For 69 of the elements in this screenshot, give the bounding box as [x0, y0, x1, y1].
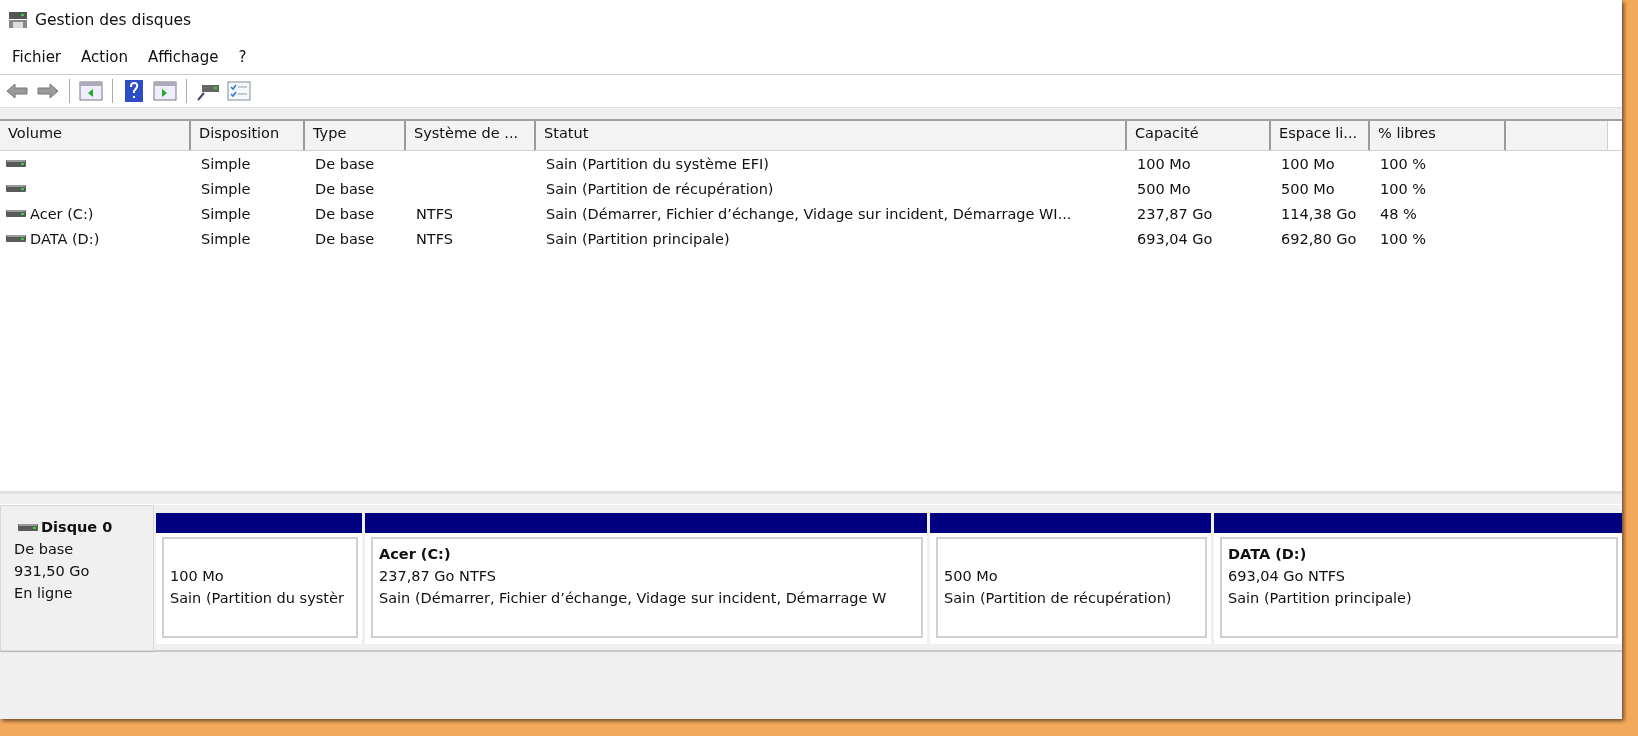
partition-name: Acer (C:) [379, 545, 451, 564]
disk-name: Disque 0 [41, 518, 113, 537]
partition-block[interactable]: Acer (C:) 237,87 Go NTFS Sain (Démarrer, Fichier d’échange, Vidage sur incident, Démarrage W [365, 513, 927, 644]
partition-status: Sain (Partition principale) [1228, 589, 1412, 608]
panel-icon[interactable] [78, 78, 104, 104]
table-cell: Simple [201, 155, 251, 172]
table-cell: DATA (D:) [30, 230, 100, 247]
disk-management-icon [8, 11, 28, 29]
panel-icon[interactable] [152, 78, 178, 104]
table-cell: 100 Mo [1137, 155, 1191, 172]
partition-status: Sain (Partition du systèr [170, 589, 344, 608]
table-cell: De base [315, 230, 375, 247]
partition-size: 500 Mo [944, 567, 998, 586]
table-cell: 237,87 Go [1137, 205, 1213, 222]
table-cell: 500 Mo [1137, 180, 1191, 197]
table-cell: 693,04 Go [1137, 230, 1213, 247]
table-cell: 100 % [1380, 230, 1427, 247]
table-cell: Simple [201, 230, 251, 247]
partition-size: 237,87 Go NTFS [379, 567, 497, 586]
table-cell: 100 Mo [1281, 155, 1335, 172]
partition-block[interactable]: 100 Mo Sain (Partition du systèr [156, 513, 362, 644]
table-cell: De base [315, 205, 375, 222]
table-cell: 114,38 Go [1281, 205, 1357, 222]
menu-item[interactable]: Fichier [4, 45, 70, 69]
partition-size: 100 Mo [170, 567, 224, 586]
table-cell: Acer (C:) [30, 205, 94, 222]
table-cell: NTFS [416, 205, 453, 222]
partition-block[interactable]: DATA (D:) 693,04 Go NTFS Sain (Partition principale) [1214, 513, 1622, 644]
menu-item[interactable]: ? [230, 45, 255, 69]
disk-type: De base [14, 540, 74, 559]
disk-size: 931,50 Go [14, 562, 90, 581]
drive-icon [6, 234, 26, 243]
checklist-icon[interactable] [226, 78, 252, 104]
table-cell: 100 % [1380, 155, 1427, 172]
table-cell: Simple [201, 205, 251, 222]
table-cell: 48 % [1380, 205, 1417, 222]
drive-icon [6, 159, 26, 168]
table-cell: NTFS [416, 230, 453, 247]
drive-icon [6, 209, 26, 218]
column-header[interactable]: Capacité [1127, 121, 1271, 150]
drive-icon [18, 522, 38, 532]
menu-item[interactable]: Affichage [140, 45, 227, 69]
column-header[interactable]: Volume [0, 121, 191, 150]
column-header[interactable]: % libres [1370, 121, 1506, 150]
partition-status: Sain (Partition de récupération) [944, 589, 1172, 608]
window-title: Gestion des disques [35, 11, 192, 29]
table-cell: 100 % [1380, 180, 1427, 197]
table-cell: Sain (Partition du système EFI) [546, 155, 769, 172]
table-cell: De base [315, 180, 375, 197]
column-header[interactable]: Système de ... [406, 121, 536, 150]
table-cell: 692,80 Go [1281, 230, 1357, 247]
table-cell: De base [315, 155, 375, 172]
partition-status: Sain (Démarrer, Fichier d’échange, Vidage sur incident, Démarrage W [379, 589, 887, 608]
column-header[interactable]: Statut [536, 121, 1127, 150]
column-header[interactable]: Espace li... [1271, 121, 1370, 150]
column-header[interactable]: Disposition [191, 121, 305, 150]
table-cell: 500 Mo [1281, 180, 1335, 197]
table-cell: Simple [201, 180, 251, 197]
partition-size: 693,04 Go NTFS [1228, 567, 1346, 586]
table-cell: Sain (Partition de récupération) [546, 180, 774, 197]
partition-block[interactable]: 500 Mo Sain (Partition de récupération) [930, 513, 1211, 644]
menu-item[interactable]: Action [73, 45, 136, 69]
disk-status: En ligne [14, 584, 73, 603]
column-header[interactable]: Type [305, 121, 406, 150]
disk-info-panel[interactable]: Disque 0 De base 931,50 Go En ligne [0, 505, 154, 651]
partition-name: DATA (D:) [1228, 545, 1307, 564]
table-cell: Sain (Partition principale) [546, 230, 730, 247]
drive-icon [6, 184, 26, 193]
table-cell: Sain (Démarrer, Fichier d’échange, Vidage sur incident, Démarrage WI... [546, 205, 1072, 222]
